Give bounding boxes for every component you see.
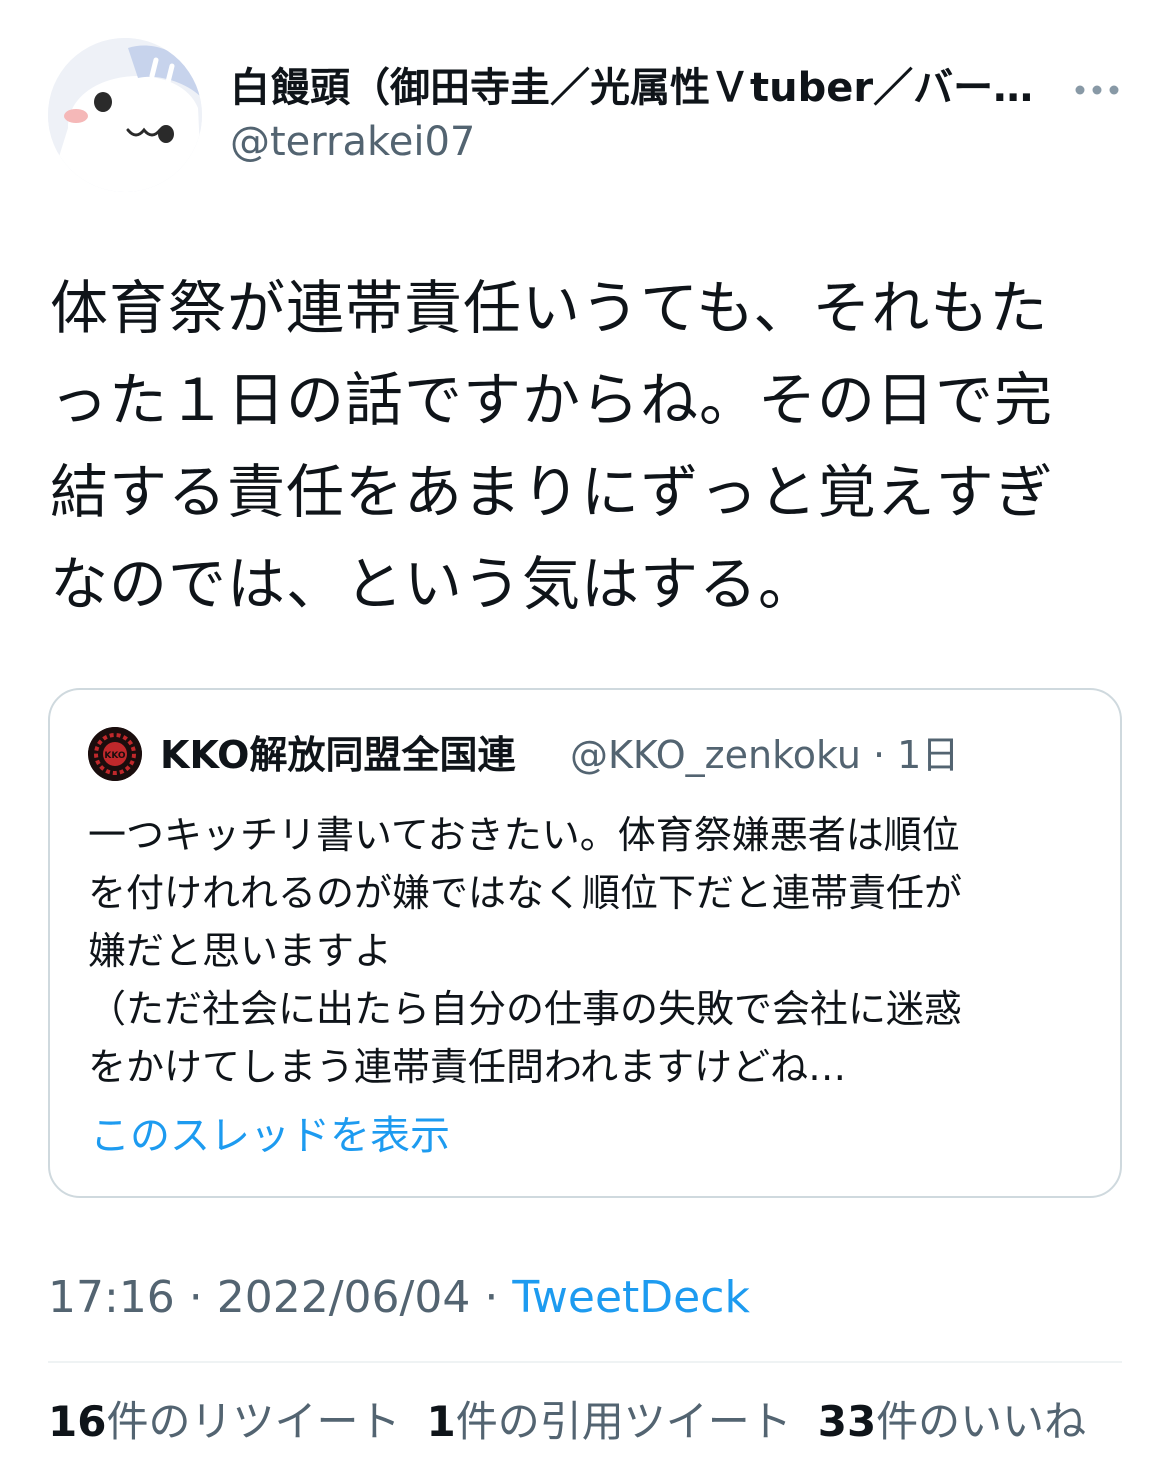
show-thread-link[interactable]: このスレッドを表示 <box>90 1108 450 1164</box>
quoted-author-handle-time[interactable]: @KKO_zenkoku · 1日 <box>570 732 959 778</box>
tweet-timestamp[interactable]: 17:16 · 2022/06/04 · <box>48 1272 512 1323</box>
quotes-label: 件の引用ツイート <box>455 1397 792 1446</box>
tweet-text-line: 結する責任をあまりにずっと覚えすぎ <box>50 458 1054 526</box>
tweet-text-line: 体育祭が連帯責任いうても、それもた <box>50 274 1049 342</box>
quotes-stat[interactable]: 1件の引用ツイート <box>426 1394 791 1450</box>
more-horizontal-icon <box>1075 85 1119 95</box>
quoted-text-line: をかけてしまう連帯責任問われますけどね… <box>88 1045 847 1089</box>
kko-logo-text: KKO <box>104 751 126 761</box>
engagement-stats: 16件のリツイート 1件の引用ツイート 33件のいいね <box>48 1394 1086 1450</box>
quoted-text-line: 嫌だと思いますよ <box>88 929 393 973</box>
likes-count: 33 <box>817 1397 877 1446</box>
author-display-name[interactable]: 白饅頭（御田寺圭／光属性Ｖtuber／バー… <box>230 62 1060 114</box>
quoted-tweet-card[interactable]: KKO KKO解放同盟全国連 @KKO_zenkoku · 1日 一つキッチリ書… <box>48 688 1122 1198</box>
tweet-text-line: った１日の話ですからね。その日で完 <box>50 366 1054 434</box>
quoted-author-avatar[interactable]: KKO <box>88 727 142 781</box>
likes-label: 件のいいね <box>876 1397 1087 1446</box>
tweet-source-link[interactable]: TweetDeck <box>512 1272 750 1323</box>
tweet-detail: 白饅頭（御田寺圭／光属性Ｖtuber／バー… @terrakei07 体育祭が連… <box>0 0 1170 1466</box>
white-blob-mascot-icon <box>48 38 202 192</box>
author-handle[interactable]: @terrakei07 <box>230 116 475 168</box>
retweets-label: 件のリツイート <box>106 1397 401 1446</box>
more-options-button[interactable] <box>1072 72 1122 108</box>
tweet-text: 体育祭が連帯責任いうても、それもた った１日の話ですからね。その日で完 結する責… <box>50 262 1130 630</box>
tweet-text-line: なのでは、という気はする。 <box>50 550 818 618</box>
divider <box>48 1361 1122 1363</box>
kko-logo-icon: KKO <box>88 727 142 781</box>
tweet-meta: 17:16 · 2022/06/04 · TweetDeck <box>48 1270 750 1326</box>
author-avatar[interactable] <box>48 38 202 192</box>
quoted-text-line: を付けれれるのが嫌ではなく順位下だと連帯責任が <box>88 871 963 915</box>
retweets-stat[interactable]: 16件のリツイート <box>48 1394 400 1450</box>
quoted-text-line: （ただ社会に出たら自分の仕事の失敗で会社に迷惑 <box>88 987 963 1031</box>
quoted-author-display-name[interactable]: KKO解放同盟全国連 <box>160 732 516 778</box>
likes-stat[interactable]: 33件のいいね <box>818 1394 1086 1450</box>
quoted-text-line: 一つキッチリ書いておきたい。体育祭嫌悪者は順位 <box>88 813 960 857</box>
retweets-count: 16 <box>48 1397 107 1446</box>
quoted-tweet-text: 一つキッチリ書いておきたい。体育祭嫌悪者は順位 を付けれれるのが嫌ではなく順位下… <box>88 806 1088 1096</box>
quotes-count: 1 <box>426 1397 456 1446</box>
